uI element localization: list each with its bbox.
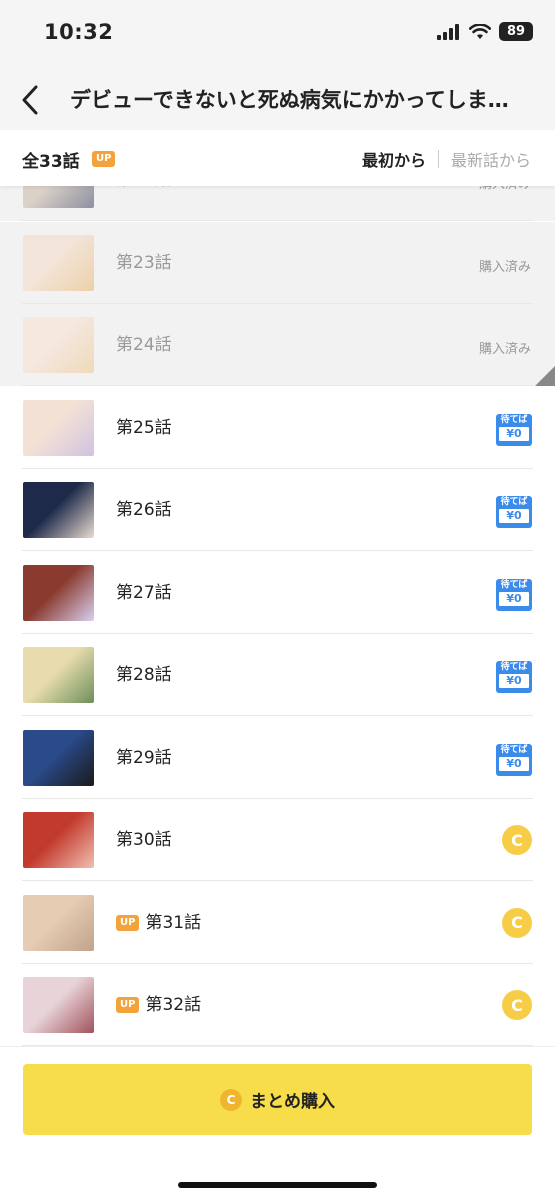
episode-thumbnail bbox=[23, 399, 94, 456]
episode-row[interactable]: 第25話 待てば ¥0 bbox=[0, 386, 555, 469]
wait-free-label: 待てば bbox=[500, 744, 528, 755]
coin-icon: C bbox=[502, 990, 532, 1020]
up-badge: UP bbox=[116, 997, 140, 1013]
up-badge: UP bbox=[116, 914, 140, 931]
episode-title: UP 第32話 bbox=[116, 994, 201, 1016]
episode-title: 第28話 bbox=[116, 664, 172, 686]
bulk-purchase-label: まとめ購入 bbox=[250, 1092, 335, 1112]
back-button[interactable] bbox=[8, 78, 52, 122]
episode-title: 第23話 bbox=[116, 252, 172, 274]
episode-title-text: 第26話 bbox=[116, 500, 172, 520]
purchased-label: 購入済み bbox=[478, 259, 531, 275]
episode-row[interactable]: UP 第32話 C bbox=[0, 964, 555, 1046]
episode-thumbnail bbox=[23, 317, 94, 373]
episode-title: 第24話 bbox=[116, 334, 172, 356]
episode-title: UP 第31話 bbox=[116, 912, 201, 934]
up-badge: UP bbox=[92, 151, 116, 167]
episode-title: 第30話 bbox=[116, 829, 172, 851]
episode-list-header: 全33話 UP 最初から 最新話から bbox=[0, 130, 555, 186]
coin-icon: C bbox=[220, 1088, 242, 1111]
episode-thumbnail bbox=[23, 186, 94, 208]
sort-latest-button[interactable]: 最新話から bbox=[451, 147, 531, 171]
home-indicator bbox=[178, 1182, 377, 1188]
episode-row[interactable]: 第23話 購入済み bbox=[0, 221, 555, 304]
episode-thumbnail bbox=[23, 482, 94, 538]
episode-title-text: 第25話 bbox=[116, 417, 172, 438]
coin-icon: C bbox=[502, 907, 532, 938]
episode-thumbnail bbox=[23, 647, 94, 703]
bulk-purchase-button[interactable]: C まとめ購入 bbox=[23, 1064, 532, 1135]
episode-row[interactable]: 第22話 購入済み bbox=[0, 186, 555, 221]
corner-marker bbox=[535, 366, 555, 386]
nav-bar: デビューできないと死ぬ病気にかかってしま… bbox=[0, 70, 555, 130]
episode-title-text: 第27話 bbox=[116, 582, 172, 603]
wait-free-badge: 待てば ¥0 bbox=[496, 496, 532, 528]
status-time: 10:32 bbox=[44, 20, 114, 44]
episode-row[interactable]: 第24話 購入済み bbox=[0, 304, 555, 386]
wait-free-label: 待てば bbox=[500, 662, 528, 672]
episode-thumbnail bbox=[23, 977, 94, 1033]
episode-title-text: 第24話 bbox=[116, 335, 172, 355]
wait-free-price: ¥0 bbox=[499, 509, 529, 523]
status-bar: 10:32 89 bbox=[0, 0, 555, 70]
wait-free-price: ¥0 bbox=[499, 756, 529, 771]
episode-title: 第26話 bbox=[116, 499, 172, 521]
episode-title-text: 第23話 bbox=[116, 252, 172, 273]
wait-free-label: 待てば bbox=[500, 497, 528, 507]
wifi-icon bbox=[469, 23, 491, 39]
episode-thumbnail bbox=[23, 729, 94, 786]
episode-thumbnail bbox=[23, 812, 94, 868]
episode-title-text: 第30話 bbox=[116, 830, 172, 850]
episode-title-text: 第28話 bbox=[116, 665, 172, 685]
episode-title-text: 第29話 bbox=[116, 747, 172, 768]
episode-title-text: 第32話 bbox=[145, 995, 202, 1015]
episode-title-text: 第22話 bbox=[116, 186, 172, 191]
coin-icon: C bbox=[502, 825, 532, 855]
wait-free-badge: 待てば ¥0 bbox=[496, 413, 532, 446]
episode-title: 第27話 bbox=[116, 582, 172, 604]
episode-row[interactable]: 第26話 待てば ¥0 bbox=[0, 469, 555, 551]
signal-icon bbox=[437, 23, 459, 40]
episode-thumbnail bbox=[23, 234, 94, 291]
wait-free-label: 待てば bbox=[500, 414, 528, 425]
purchased-label: 購入済み bbox=[479, 186, 531, 192]
wait-free-label: 待てば bbox=[500, 579, 528, 590]
purchased-label: 購入済み bbox=[478, 342, 531, 357]
chevron-left-icon bbox=[22, 85, 38, 115]
battery-icon: 89 bbox=[499, 22, 533, 41]
episode-title: 第22話 bbox=[116, 186, 172, 191]
bottom-bar: C まとめ購入 bbox=[0, 1046, 555, 1200]
episode-thumbnail bbox=[23, 564, 94, 621]
episode-count: 全33話 bbox=[22, 152, 80, 172]
wait-free-price: ¥0 bbox=[499, 674, 529, 688]
sort-toggle: 最初から 最新話から bbox=[362, 147, 531, 171]
wait-free-price: ¥0 bbox=[499, 591, 529, 606]
page-title: デビューできないと死ぬ病気にかかってしま… bbox=[70, 88, 509, 112]
wait-free-badge: 待てば ¥0 bbox=[496, 661, 532, 693]
episode-title-text: 第31話 bbox=[145, 912, 202, 933]
episode-row[interactable]: 第27話 待てば ¥0 bbox=[0, 551, 555, 634]
episode-row[interactable]: 第28話 待てば ¥0 bbox=[0, 634, 555, 716]
episode-list: 第22話購入済み第23話購入済み第24話購入済み第25話待てば¥0第26話待てば… bbox=[0, 186, 555, 1046]
wait-free-badge: 待てば ¥0 bbox=[496, 743, 532, 776]
wait-free-badge: 待てば ¥0 bbox=[496, 578, 532, 611]
episode-thumbnail bbox=[23, 894, 94, 951]
status-icons: 89 bbox=[437, 22, 533, 41]
episode-title: 第29話 bbox=[116, 747, 172, 769]
episode-row[interactable]: 第29話 待てば ¥0 bbox=[0, 716, 555, 799]
sort-divider bbox=[437, 150, 439, 168]
episode-row[interactable]: UP 第31話 C bbox=[0, 881, 555, 964]
episode-row[interactable]: 第30話 C bbox=[0, 799, 555, 881]
wait-free-price: ¥0 bbox=[499, 426, 529, 441]
episode-title: 第25話 bbox=[116, 417, 172, 439]
sort-first-button[interactable]: 最初から bbox=[362, 147, 426, 171]
